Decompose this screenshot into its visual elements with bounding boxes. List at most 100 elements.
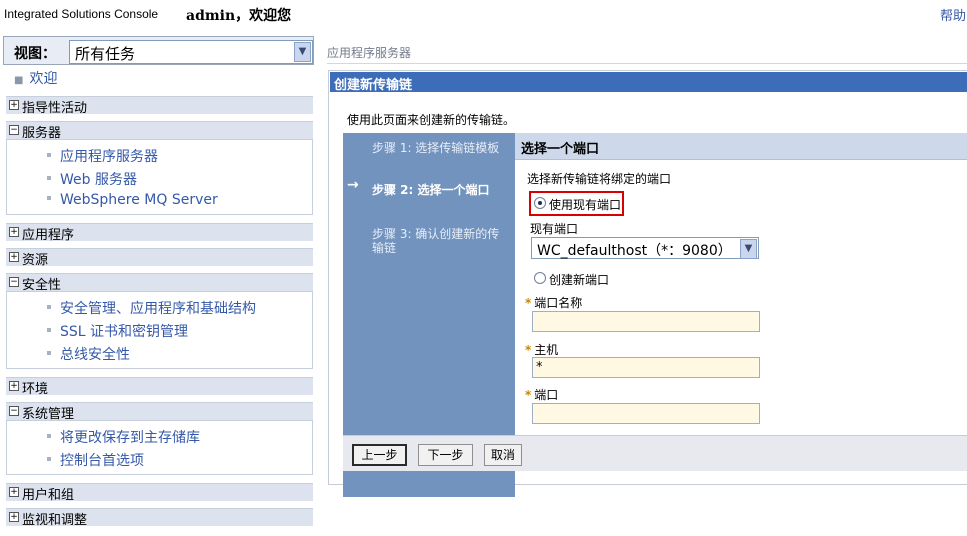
nav-item-save-changes[interactable]: 将更改保存到主存储库 <box>47 427 200 447</box>
radio-existing-port-label[interactable]: 使用现有端口 <box>549 196 621 213</box>
nav-welcome-label: 欢迎 <box>29 71 58 87</box>
nav-item-label: 安全管理、应用程序和基础结构 <box>60 301 256 317</box>
bullet-icon <box>47 457 51 461</box>
existing-port-select[interactable]: WC_defaulthost（*：9080） ▼ <box>531 237 759 259</box>
port-input[interactable] <box>532 403 760 424</box>
nav-category-label: 资源 <box>22 253 49 268</box>
nav-item-websphere-mq-server[interactable]: WebSphere MQ Server <box>47 192 218 208</box>
view-select-value: 所有任务 <box>75 45 136 63</box>
nav-category-environment[interactable]: + 环境 <box>6 377 313 397</box>
panel-title: 选择一个端口 <box>515 133 967 160</box>
bullet-icon <box>47 351 51 355</box>
port-label-text: 端口 <box>534 388 559 402</box>
sysadmin-subpanel: 将更改保存到主存储库 控制台首选项 <box>6 420 313 475</box>
bullet-icon: ■ <box>14 75 24 86</box>
nav-category-security[interactable]: − 安全性 <box>6 273 313 293</box>
top-banner: Integrated Solutions Console admin，欢迎您 帮… <box>0 0 967 30</box>
arrow-right-icon: → <box>347 177 359 193</box>
next-button[interactable]: 下一步 <box>418 444 473 466</box>
port-name-label: * 端口名称 <box>525 294 582 311</box>
nav-item-bus-security[interactable]: 总线安全性 <box>47 344 130 364</box>
nav-item-label: SSL 证书和密钥管理 <box>60 324 189 340</box>
nav-item-application-servers[interactable]: 应用程序服务器 <box>47 146 158 166</box>
help-link[interactable]: 帮助 <box>940 5 966 24</box>
breadcrumb: 应用程序服务器 <box>327 46 412 60</box>
nav-item-label: 应用程序服务器 <box>60 149 158 165</box>
view-label: 视图： <box>14 46 56 62</box>
nav-item-web-servers[interactable]: Web 服务器 <box>47 169 137 189</box>
view-select[interactable]: 所有任务 ▼ <box>69 40 313 64</box>
nav-category-label: 监视和调整 <box>22 513 88 528</box>
nav-category-servers[interactable]: − 服务器 <box>6 121 313 141</box>
collapse-icon[interactable]: − <box>9 277 19 287</box>
bullet-icon <box>47 153 51 157</box>
wizard-panel: 创建新传输链 使用此页面来创建新的传输链。 步骤 1: 选择传输链模板 → 步骤… <box>328 70 967 497</box>
expand-icon[interactable]: + <box>9 252 19 262</box>
nav-category-system-admin[interactable]: − 系统管理 <box>6 402 313 422</box>
nav-category-resources[interactable]: + 资源 <box>6 248 313 268</box>
collapse-icon[interactable]: − <box>9 406 19 416</box>
nav-category-label: 用户和组 <box>22 488 75 503</box>
servers-subpanel: 应用程序服务器 Web 服务器 WebSphere MQ Server <box>6 139 313 215</box>
nav-item-security-admin[interactable]: 安全管理、应用程序和基础结构 <box>47 298 256 318</box>
existing-port-label: 现有端口 <box>530 222 579 236</box>
nav-category-guided-activities[interactable]: + 指导性活动 <box>6 96 313 116</box>
expand-icon[interactable]: + <box>9 512 19 522</box>
port-selection-panel: 选择一个端口 选择新传输链将绑定的端口 使用现有端口 现有端口 WC_defau… <box>515 133 967 433</box>
required-mark: * <box>525 388 532 402</box>
wizard-step-2: 步骤 2: 选择一个端口 <box>372 183 490 197</box>
expand-icon[interactable]: + <box>9 227 19 237</box>
nav-category-applications[interactable]: + 应用程序 <box>6 223 313 243</box>
nav-item-label: 控制台首选项 <box>60 453 144 469</box>
chevron-down-icon[interactable]: ▼ <box>294 42 311 62</box>
chevron-down-icon[interactable]: ▼ <box>740 239 757 259</box>
navigation-tree: 视图： 所有任务 ▼ ■ 欢迎 + 指导性活动 − 服务器 应用程序服务器 Web… <box>0 34 316 536</box>
host-input[interactable]: * <box>532 357 760 378</box>
radio-new-port-label[interactable]: 创建新端口 <box>549 271 609 288</box>
bullet-icon <box>47 434 51 438</box>
product-name: Integrated Solutions Console <box>4 7 159 21</box>
wizard-step-1[interactable]: 步骤 1: 选择传输链模板 <box>372 141 502 155</box>
wizard-button-bar: 上一步 下一步 取消 <box>343 435 967 471</box>
wizard-step-3: 步骤 3: 确认创建新的传输链 <box>372 227 500 255</box>
nav-item-ssl-certificates[interactable]: SSL 证书和密钥管理 <box>47 321 188 341</box>
security-subpanel: 安全管理、应用程序和基础结构 SSL 证书和密钥管理 总线安全性 <box>6 291 313 369</box>
expand-icon[interactable]: + <box>9 100 19 110</box>
expand-icon[interactable]: + <box>9 487 19 497</box>
port-name-input[interactable] <box>532 311 760 332</box>
wizard-title: 创建新传输链 <box>330 72 967 93</box>
collapse-icon[interactable]: − <box>9 125 19 135</box>
required-mark: * <box>525 343 532 357</box>
nav-item-label: 总线安全性 <box>60 347 130 363</box>
welcome-user: admin，欢迎您 <box>186 8 292 24</box>
radio-existing-port[interactable] <box>534 197 546 209</box>
bullet-icon <box>47 196 51 200</box>
nav-category-label: 应用程序 <box>22 228 75 243</box>
bullet-icon <box>47 176 51 180</box>
expand-icon[interactable]: + <box>9 381 19 391</box>
host-label-text: 主机 <box>534 343 559 357</box>
nav-item-label: WebSphere MQ Server <box>60 192 218 208</box>
radio-selected-dot <box>538 201 542 205</box>
nav-category-label: 指导性活动 <box>22 101 88 116</box>
nav-item-label: 将更改保存到主存储库 <box>60 430 200 446</box>
bullet-icon <box>47 328 51 332</box>
previous-button[interactable]: 上一步 <box>352 444 407 466</box>
nav-category-users-groups[interactable]: + 用户和组 <box>6 483 313 503</box>
radio-new-port[interactable] <box>534 272 546 284</box>
wizard-description: 使用此页面来创建新的传输链。 <box>347 113 516 127</box>
panel-description: 选择新传输链将绑定的端口 <box>527 172 672 186</box>
nav-item-console-preferences[interactable]: 控制台首选项 <box>47 450 144 470</box>
port-name-label-text: 端口名称 <box>534 296 583 310</box>
divider <box>327 63 967 64</box>
host-label: * 主机 <box>525 341 558 358</box>
existing-port-value: WC_defaulthost（*：9080） <box>537 243 732 259</box>
required-mark: * <box>525 296 532 310</box>
nav-item-label: Web 服务器 <box>60 172 137 188</box>
port-label: * 端口 <box>525 386 558 403</box>
view-bar: 视图： 所有任务 ▼ <box>3 36 314 65</box>
nav-item-welcome[interactable]: ■ 欢迎 <box>14 68 57 88</box>
nav-category-label: 环境 <box>22 382 49 397</box>
cancel-button[interactable]: 取消 <box>484 444 522 466</box>
nav-category-monitoring[interactable]: + 监视和调整 <box>6 508 313 528</box>
